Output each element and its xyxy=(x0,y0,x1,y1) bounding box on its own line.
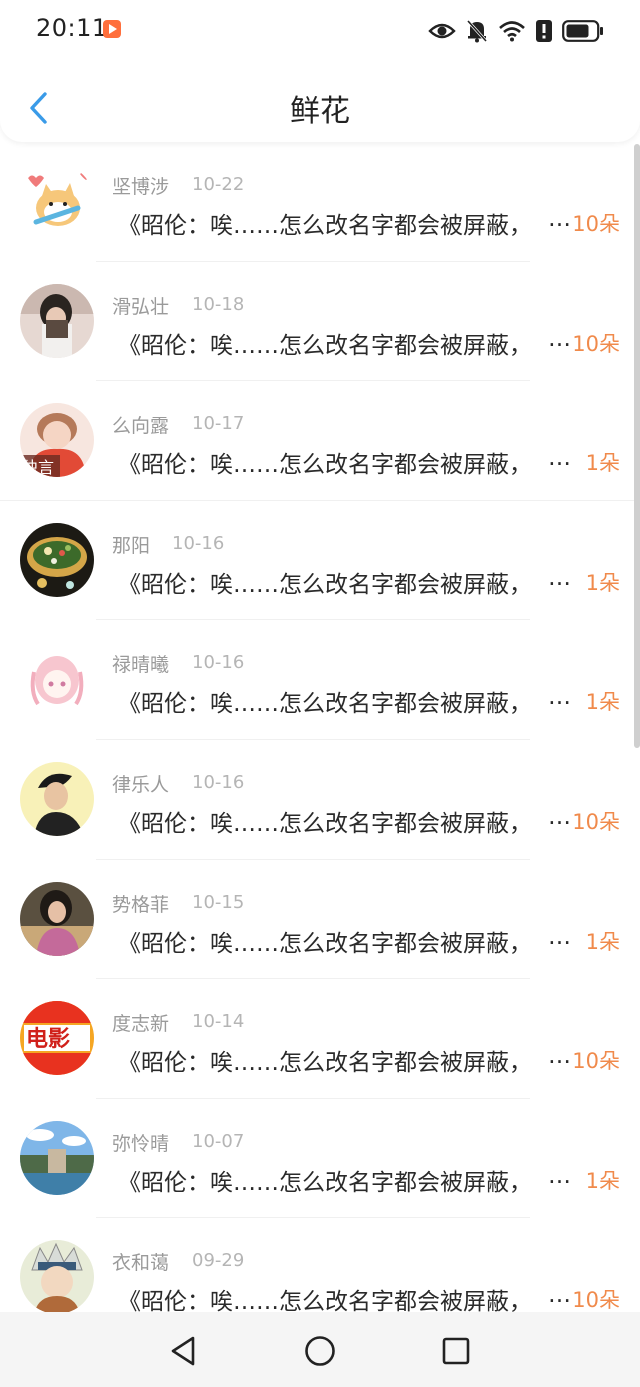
flower-count: 1朵 xyxy=(585,570,620,595)
navigation-bar: 鲜花 xyxy=(0,72,640,142)
ellipsis: … xyxy=(548,1282,571,1309)
message-preview: 《昭伦：唉……怎么改名字都会被屏蔽， xyxy=(118,1050,532,1077)
system-recents-button[interactable] xyxy=(439,1334,473,1368)
avatar[interactable] xyxy=(20,522,94,597)
ellipsis: … xyxy=(548,445,571,472)
status-icons xyxy=(428,16,604,46)
avatar[interactable]: 独言 xyxy=(20,403,94,478)
sender-name: 度志新 xyxy=(112,1013,170,1036)
message-preview: 《昭伦：唉……怎么改名字都会被屏蔽， xyxy=(118,691,532,718)
list-item[interactable]: 滑弘壮 10-18 《昭伦：唉……怎么改名字都会被屏蔽， … 10朵 xyxy=(0,262,640,382)
ellipsis: … xyxy=(548,564,571,591)
avatar-text: 电影 xyxy=(26,1027,70,1052)
scrollbar[interactable] xyxy=(634,144,640,748)
message-preview: 《昭伦：唉……怎么改名字都会被屏蔽， xyxy=(118,1169,532,1196)
sent-date: 10-14 xyxy=(192,1011,245,1033)
sent-date: 10-16 xyxy=(192,772,245,793)
system-navigation-bar xyxy=(0,1312,640,1387)
flower-count: 10朵 xyxy=(572,810,620,834)
flower-count: 1朵 xyxy=(585,451,620,476)
status-bar: 20:11 xyxy=(0,0,640,62)
flower-count: 10朵 xyxy=(572,1288,620,1312)
sent-date: 10-22 xyxy=(192,174,245,195)
sender-name: 那阳 xyxy=(112,534,151,557)
sent-date: 09-29 xyxy=(192,1250,245,1272)
sender-name: 滑弘壮 xyxy=(112,295,170,318)
avatar[interactable]: 电影 xyxy=(20,1001,94,1076)
sent-date: 10-16 xyxy=(192,652,245,674)
avatar[interactable] xyxy=(20,1120,94,1195)
list-item[interactable]: 律乐人 10-16 《昭伦：唉……怎么改名字都会被屏蔽， … 10朵 xyxy=(0,740,640,860)
list-item[interactable]: 衣和蔼 09-29 《昭伦：唉……怎么改名字都会被屏蔽， … 10朵 xyxy=(0,1218,640,1312)
flower-count: 1朵 xyxy=(585,690,620,715)
eye-icon xyxy=(428,21,456,41)
sent-date: 10-15 xyxy=(192,891,245,913)
sender-name: 禄晴曦 xyxy=(112,654,170,677)
list-item[interactable]: 电影 度志新 10-14 《昭伦：唉……怎么改名字都会被屏蔽， … 10朵 xyxy=(0,979,640,1099)
ellipsis: … xyxy=(548,1162,571,1189)
ellipsis: … xyxy=(548,206,571,232)
sender-name: 衣和蔼 xyxy=(112,1252,170,1275)
sent-date: 10-18 xyxy=(192,293,245,315)
list-item[interactable]: 那阳 10-16 《昭伦：唉……怎么改名字都会被屏蔽， … 1朵 xyxy=(0,501,640,621)
avatar[interactable] xyxy=(20,642,94,717)
list-item[interactable]: 坚博涉 10-22 《昭伦：唉……怎么改名字都会被屏蔽， … 10朵 xyxy=(0,142,640,262)
message-preview: 《昭伦：唉……怎么改名字都会被屏蔽， xyxy=(118,332,532,359)
avatar[interactable] xyxy=(20,1240,94,1312)
sender-name: 么向露 xyxy=(112,415,170,438)
avatar[interactable] xyxy=(20,762,94,836)
message-preview: 《昭伦：唉……怎么改名字都会被屏蔽， xyxy=(118,930,532,957)
sender-name: 弥怜晴 xyxy=(112,1132,170,1155)
system-home-button[interactable] xyxy=(303,1334,337,1368)
ellipsis: … xyxy=(548,1043,571,1070)
sender-name: 律乐人 xyxy=(112,774,170,796)
avatar[interactable] xyxy=(20,164,94,238)
home-circle-icon xyxy=(305,1336,335,1366)
message-preview: 《昭伦：唉……怎么改名字都会被屏蔽， xyxy=(118,452,532,479)
avatar[interactable] xyxy=(20,881,94,956)
sent-date: 10-07 xyxy=(192,1130,245,1152)
message-preview: 《昭伦：唉……怎么改名字都会被屏蔽， xyxy=(118,571,532,598)
list-item[interactable]: 独言 么向露 10-17 《昭伦：唉……怎么改名字都会被屏蔽， … 1朵 xyxy=(0,381,640,501)
bell-off-icon xyxy=(466,19,488,43)
avatar[interactable] xyxy=(20,283,94,358)
wifi-icon xyxy=(498,20,526,42)
recents-square-icon xyxy=(442,1337,470,1365)
ellipsis: … xyxy=(548,684,571,711)
sent-date: 10-16 xyxy=(172,532,225,554)
alert-icon xyxy=(536,20,552,42)
battery-icon xyxy=(562,20,604,42)
ellipsis: … xyxy=(548,923,571,950)
sender-name: 坚博涉 xyxy=(112,176,170,198)
status-time: 20:11 xyxy=(36,14,108,42)
list-item[interactable]: 势格菲 10-15 《昭伦：唉……怎么改名字都会被屏蔽， … 1朵 xyxy=(0,860,640,980)
avatar-text: 独言 xyxy=(22,458,54,477)
flower-count: 10朵 xyxy=(572,212,620,236)
page-title: 鲜花 xyxy=(290,94,350,129)
sent-date: 10-17 xyxy=(192,413,245,435)
ellipsis: … xyxy=(548,325,571,352)
top-header: 20:11 鲜花 xyxy=(0,0,640,142)
list-item[interactable]: 禄晴曦 10-16 《昭伦：唉……怎么改名字都会被屏蔽， … 1朵 xyxy=(0,620,640,740)
list-item[interactable]: 弥怜晴 10-07 《昭伦：唉……怎么改名字都会被屏蔽， … 1朵 xyxy=(0,1099,640,1219)
app-notification-icon xyxy=(103,20,121,38)
system-back-button[interactable] xyxy=(166,1334,200,1368)
ellipsis: … xyxy=(548,804,571,830)
message-preview: 《昭伦：唉……怎么改名字都会被屏蔽， xyxy=(118,811,532,837)
flower-list: 坚博涉 10-22 《昭伦：唉……怎么改名字都会被屏蔽， … 10朵 滑弘壮 1… xyxy=(0,142,640,1312)
message-preview: 《昭伦：唉……怎么改名字都会被屏蔽， xyxy=(118,213,532,239)
message-preview: 《昭伦：唉……怎么改名字都会被屏蔽， xyxy=(118,1289,532,1312)
flower-count: 10朵 xyxy=(572,1049,620,1074)
flower-count: 1朵 xyxy=(585,929,620,954)
sender-name: 势格菲 xyxy=(112,893,170,916)
flower-count: 10朵 xyxy=(572,331,620,356)
flower-count: 1朵 xyxy=(585,1168,620,1193)
back-triangle-icon xyxy=(171,1336,195,1366)
